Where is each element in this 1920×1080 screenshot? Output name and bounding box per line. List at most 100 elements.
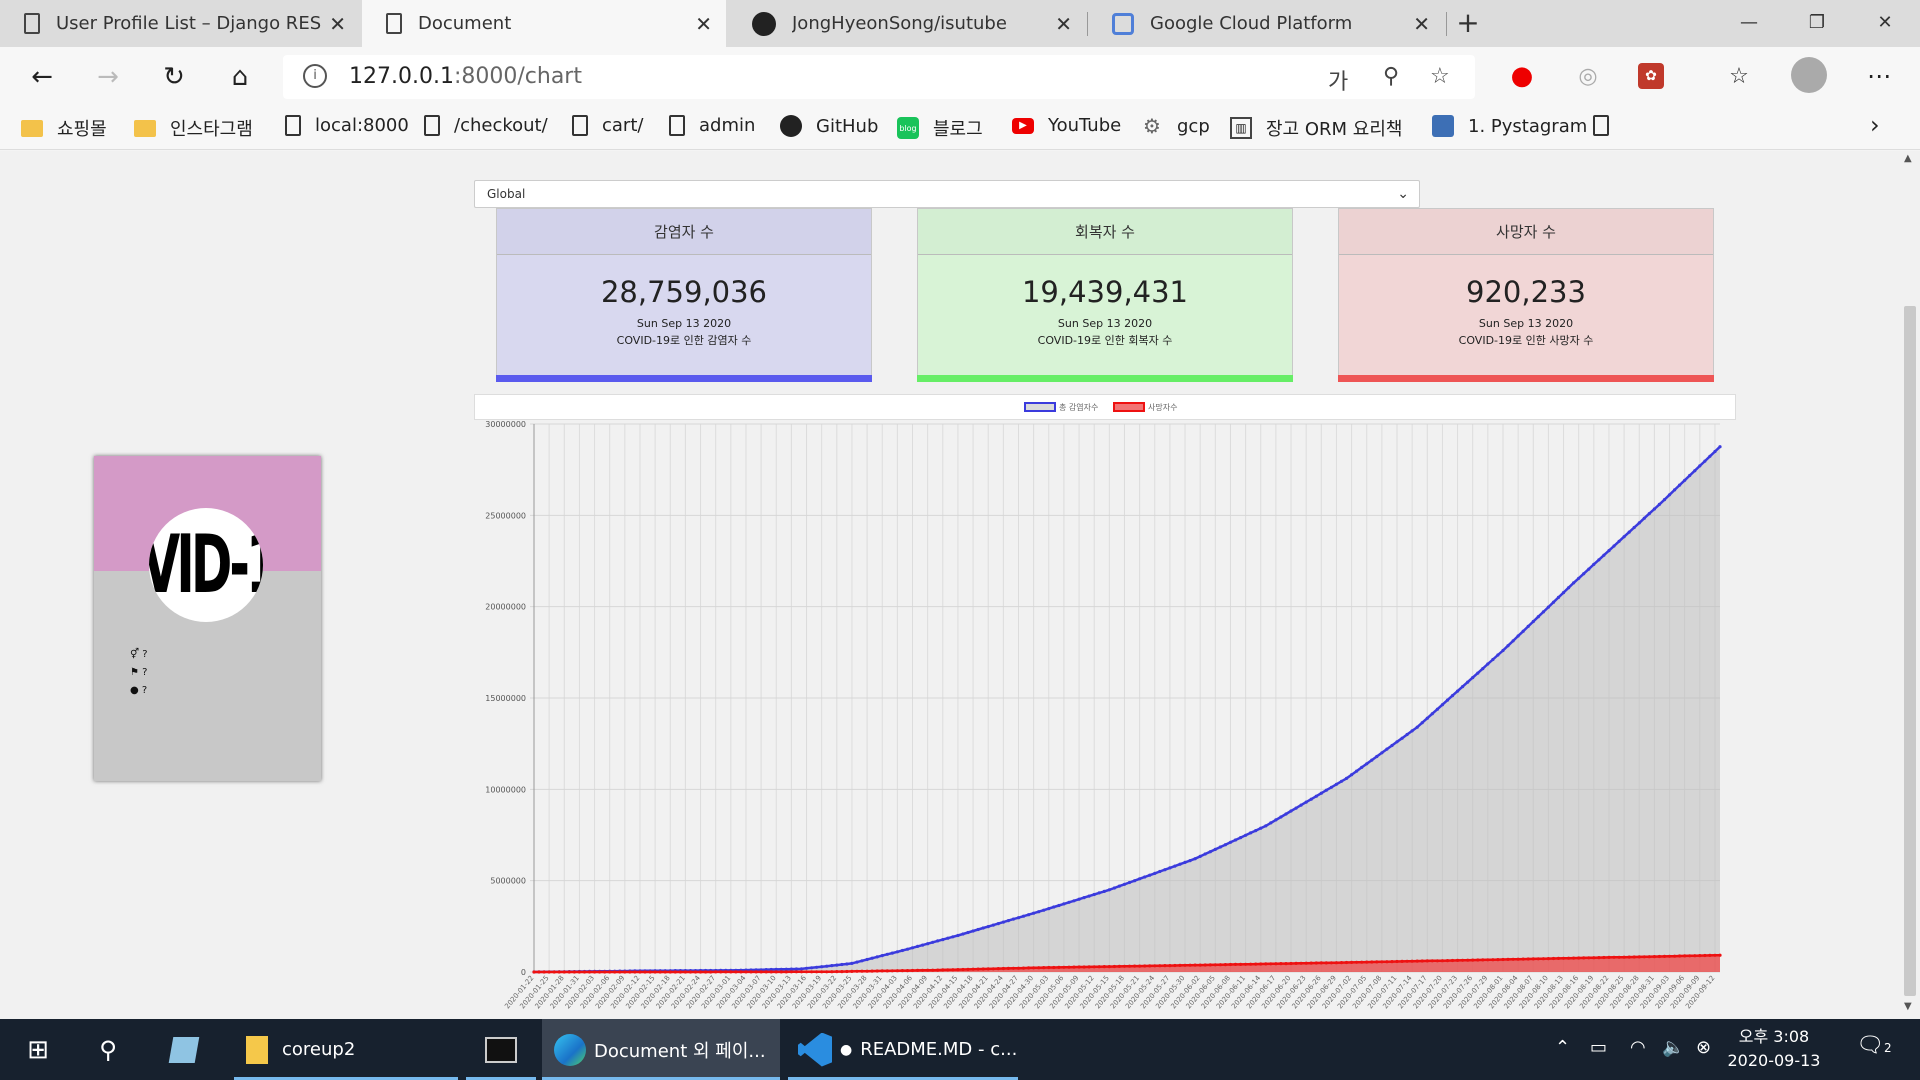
data-point — [643, 970, 647, 974]
data-point — [951, 968, 955, 972]
data-point — [1642, 955, 1646, 959]
chevron-up-icon[interactable]: ⌃ — [1555, 1037, 1570, 1058]
bookmark-django-orm[interactable]: ▥ 장고 ORM 요리책 — [1230, 115, 1402, 141]
bookmark-blog[interactable]: blog 블로그 — [897, 115, 983, 141]
taskbar-item-vscode[interactable]: ● README.MD - c... — [788, 1019, 1018, 1080]
bookmark-label: 쇼핑몰 — [57, 119, 107, 140]
tab-isutube[interactable]: JongHyeonSong/isutube ✕ — [728, 0, 1086, 47]
taskbar-item-coreup2[interactable]: coreup2 — [234, 1019, 458, 1080]
extension-red-icon[interactable]: ✿ — [1638, 63, 1664, 89]
wifi-icon[interactable]: ◠ — [1630, 1037, 1646, 1058]
data-point — [1597, 558, 1601, 562]
new-tab-button[interactable]: + — [1446, 0, 1490, 44]
restore-button[interactable]: ❐ — [1783, 0, 1851, 44]
url-text[interactable]: 127.0.0.1:8000/chart — [349, 64, 582, 89]
data-point — [1622, 955, 1626, 959]
data-point — [1304, 800, 1308, 804]
data-point — [1365, 960, 1369, 964]
data-point — [593, 970, 597, 974]
data-point — [744, 970, 748, 974]
data-point — [1183, 860, 1187, 864]
tab-document[interactable]: Document ✕ — [362, 0, 726, 47]
close-icon[interactable]: ✕ — [695, 12, 712, 36]
data-point — [1329, 961, 1333, 965]
scroll-up-icon[interactable]: ▲ — [1904, 153, 1912, 164]
bookmark-more-page[interactable] — [1593, 115, 1623, 136]
system-clock[interactable]: 오후 3:08 2020-09-13 — [1722, 1025, 1826, 1073]
network-error-icon[interactable]: ⊗ — [1696, 1037, 1711, 1058]
terminal-icon — [485, 1036, 517, 1063]
bookmarks-bar: 쇼핑몰 인스타그램 local:8000 /checkout/ cart/ ad… — [0, 107, 1920, 150]
taskbar-item-terminal[interactable] — [466, 1019, 536, 1080]
data-point — [1122, 964, 1127, 968]
forward-button[interactable]: → — [88, 57, 128, 97]
minimize-button[interactable]: — — [1715, 0, 1783, 44]
close-icon[interactable]: ✕ — [1055, 12, 1072, 36]
favorites-icon[interactable]: ☆ — [1722, 59, 1756, 93]
data-point — [1617, 539, 1621, 543]
bookmark-shopping[interactable]: 쇼핑몰 — [21, 115, 107, 141]
bookmark-admin[interactable]: admin — [669, 115, 755, 136]
windows-start-icon[interactable]: ⊞ — [18, 1019, 58, 1080]
back-button[interactable]: ← — [22, 57, 62, 97]
clock-date: 2020-09-13 — [1727, 1051, 1821, 1070]
folder-icon — [134, 119, 156, 137]
notification-center-icon[interactable]: 🗨2 — [1856, 1033, 1892, 1058]
more-menu-icon[interactable]: ⋯ — [1862, 59, 1896, 93]
tab-user-profile-list[interactable]: User Profile List – Django REST fr ✕ — [0, 0, 360, 47]
unsaved-dot-icon: ● — [840, 1041, 853, 1058]
home-button[interactable]: ⌂ — [220, 57, 260, 97]
data-point — [1471, 958, 1475, 962]
data-point — [1072, 965, 1076, 969]
data-point — [1592, 562, 1596, 566]
bookmark-checkout[interactable]: /checkout/ — [424, 115, 548, 136]
data-point — [1450, 958, 1455, 963]
opera-extension-icon[interactable]: ● — [1505, 59, 1539, 93]
data-point — [855, 960, 859, 964]
scroll-down-icon[interactable]: ▼ — [1904, 1001, 1912, 1012]
bookmark-pystagram[interactable]: 1. Pystagram — [1432, 115, 1587, 137]
bookmark-cart[interactable]: cart/ — [572, 115, 643, 136]
bookmark-instagram[interactable]: 인스타그램 — [134, 115, 253, 141]
translate-icon[interactable]: 가 — [1328, 64, 1348, 96]
tab-google-cloud[interactable]: Google Cloud Platform ✕ — [1088, 0, 1444, 47]
data-point — [547, 970, 551, 974]
vertical-scrollbar[interactable]: ▲ ▼ — [1900, 151, 1920, 1019]
data-point — [956, 968, 960, 972]
bookmark-gcp[interactable]: ⚙ gcp — [1141, 114, 1210, 138]
app-pinned-icon[interactable] — [164, 1019, 204, 1080]
data-point — [582, 970, 587, 974]
data-point — [865, 957, 869, 962]
zoom-icon[interactable]: ⚲ — [1383, 64, 1399, 89]
data-point — [1582, 572, 1586, 576]
bookmark-youtube[interactable]: ▶ YouTube — [1012, 115, 1121, 136]
close-window-button[interactable]: ✕ — [1851, 0, 1919, 44]
region-select[interactable]: Global ⌄ — [474, 180, 1420, 208]
data-point — [1274, 962, 1278, 966]
search-icon[interactable]: ⚲ — [88, 1019, 128, 1080]
extension-icon[interactable]: ◎ — [1571, 59, 1605, 93]
chevron-right-icon[interactable]: › — [1870, 111, 1880, 139]
taskbar-item-edge[interactable]: Document 외 페이... — [542, 1019, 780, 1080]
bookmark-github[interactable]: GitHub — [780, 115, 878, 137]
data-point — [1602, 955, 1606, 960]
close-icon[interactable]: ✕ — [329, 12, 346, 36]
card-caption: COVID-19로 인한 회복자 수 — [1037, 334, 1173, 347]
data-point — [910, 968, 915, 973]
site-info-icon[interactable]: i — [303, 64, 327, 88]
bookmark-local8000[interactable]: local:8000 — [285, 115, 409, 136]
close-icon[interactable]: ✕ — [1413, 12, 1430, 36]
battery-icon[interactable]: ▭ — [1590, 1037, 1607, 1058]
scrollbar-thumb[interactable] — [1904, 306, 1916, 996]
data-point — [810, 966, 814, 970]
data-point — [1006, 966, 1011, 971]
deaths-card: 사망자 수 920,233 Sun Sep 13 2020 COVID-19로 인… — [1338, 208, 1714, 382]
data-point — [1107, 965, 1111, 969]
address-field[interactable]: i 127.0.0.1:8000/chart 가 ⚲ ☆ — [283, 55, 1475, 99]
favorite-star-icon[interactable]: ☆ — [1430, 64, 1450, 89]
volume-icon[interactable]: 🔈 — [1662, 1037, 1684, 1058]
refresh-button[interactable]: ↻ — [154, 57, 194, 97]
avatar[interactable] — [1791, 57, 1827, 93]
data-point — [799, 970, 804, 974]
data-point — [921, 968, 925, 972]
